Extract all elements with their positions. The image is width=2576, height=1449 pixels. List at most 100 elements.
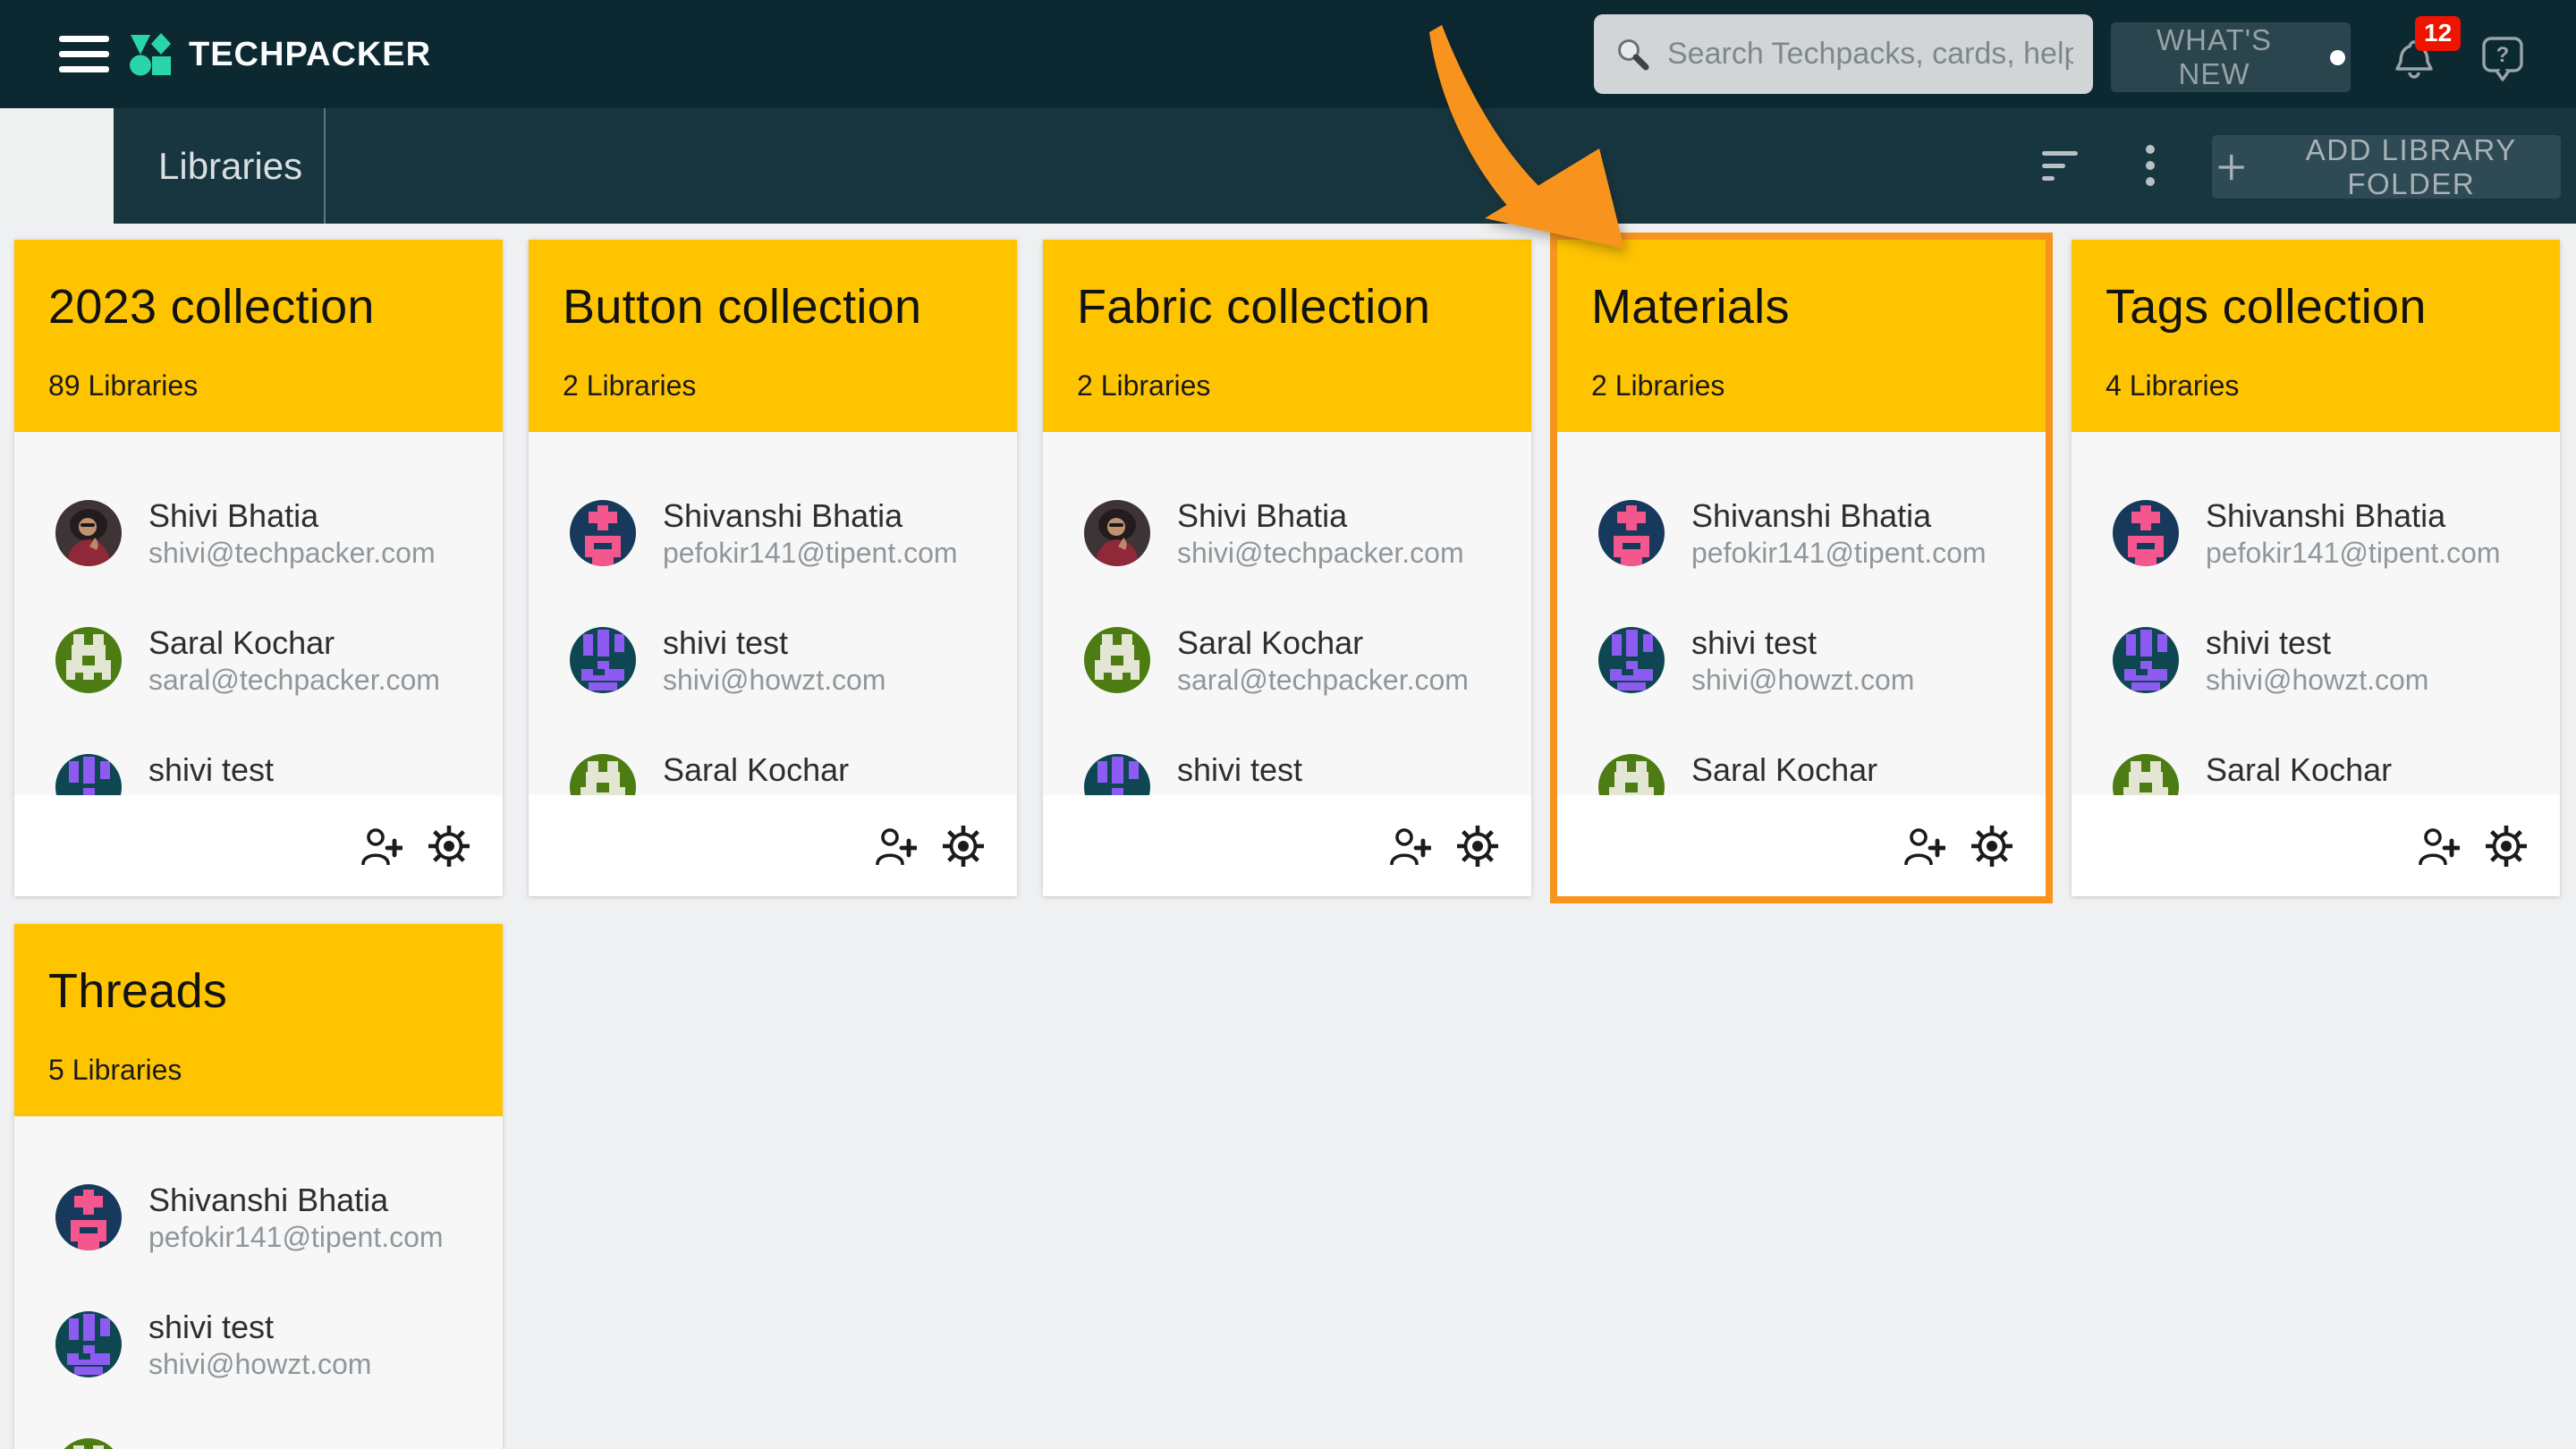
member-email: saral@techpacker.com xyxy=(148,663,440,697)
member-name: Saral Kochar xyxy=(663,750,954,790)
plus-icon xyxy=(2217,150,2246,184)
more-options-button[interactable] xyxy=(2145,144,2156,190)
add-member-button[interactable] xyxy=(2418,827,2460,865)
photo-woman-avatar-icon xyxy=(55,500,122,566)
search-input[interactable] xyxy=(1665,36,2075,72)
member-email: pefokir141@tipent.com xyxy=(148,1220,444,1254)
member-avatar xyxy=(2113,500,2179,566)
member-avatar xyxy=(55,1438,122,1449)
robot-green-avatar-icon xyxy=(55,1438,122,1449)
add-member-button[interactable] xyxy=(1389,827,1431,865)
library-folders-grid: 2023 collection89 LibrariesShivi Bhatias… xyxy=(0,224,2576,1449)
member-email: saral@techpacker.com xyxy=(1177,663,1469,697)
robot-purple-avatar-icon xyxy=(55,1311,122,1377)
member-email: pefokir141@tipent.com xyxy=(663,536,958,570)
robot-green-avatar-icon xyxy=(55,627,122,693)
member-row: shivi testshivi@howzt.com xyxy=(1557,597,2046,724)
add-member-button[interactable] xyxy=(360,827,402,865)
sort-icon xyxy=(2042,149,2081,183)
member-text: shivi testshivi@howzt.com xyxy=(148,1308,371,1381)
svg-text:?: ? xyxy=(2496,43,2510,67)
notification-badge: 12 xyxy=(2415,16,2461,51)
robot-pink-avatar-icon xyxy=(55,1184,122,1250)
card-settings-button[interactable] xyxy=(942,825,985,868)
member-avatar xyxy=(2113,627,2179,693)
member-email: shivi@techpacker.com xyxy=(1177,536,1464,570)
help-button[interactable]: ? xyxy=(2481,36,2524,82)
add-member-icon xyxy=(1903,827,1945,865)
add-member-button[interactable] xyxy=(1903,827,1945,865)
search-box[interactable] xyxy=(1594,14,2093,94)
member-name: Saral Kochar xyxy=(2206,750,2497,790)
add-member-button[interactable] xyxy=(875,827,917,865)
member-text: Shivi Bhatiashivi@techpacker.com xyxy=(148,496,436,570)
robot-green-avatar-icon xyxy=(1084,627,1150,693)
member-avatar xyxy=(1598,500,1665,566)
kebab-menu-icon xyxy=(2145,144,2156,187)
brand-logo[interactable]: TECHPACKER xyxy=(130,30,431,80)
card-library-count: 2 Libraries xyxy=(563,369,983,402)
menu-icon[interactable] xyxy=(59,36,109,72)
member-list: Shivanshi Bhatiapefokir141@tipent.com shi… xyxy=(14,1116,503,1449)
add-library-folder-button[interactable]: ADD LIBRARY FOLDER xyxy=(2212,135,2561,199)
member-avatar xyxy=(1084,500,1150,566)
member-name: shivi test xyxy=(148,750,371,790)
settings-gear-icon xyxy=(1970,825,2013,868)
card-footer xyxy=(1043,795,1531,896)
member-name: Saral Kochar xyxy=(1177,623,1469,663)
member-name: shivi test xyxy=(663,623,886,663)
member-row: Shivanshi Bhatiapefokir141@tipent.com xyxy=(1557,470,2046,597)
member-email: shivi@techpacker.com xyxy=(148,536,436,570)
card-header: Tags collection4 Libraries xyxy=(2072,240,2560,432)
member-text: Saral Kocharsaral@techpacker.com xyxy=(1177,623,1469,697)
card-header: 2023 collection89 Libraries xyxy=(14,240,503,432)
member-text: Shivanshi Bhatiapefokir141@tipent.com xyxy=(663,496,958,570)
member-row: Saral Kocharsaral@techpacker.com xyxy=(1043,597,1531,724)
card-title: Tags collection xyxy=(2106,281,2526,334)
notifications-button[interactable]: 12 xyxy=(2394,38,2435,82)
library-folder-card[interactable]: Button collection2 LibrariesShivanshi Bh… xyxy=(529,240,1017,896)
member-name: shivi test xyxy=(1691,623,1914,663)
member-avatar xyxy=(1598,627,1665,693)
member-name: Saral Kochar xyxy=(148,623,440,663)
card-settings-button[interactable] xyxy=(428,825,470,868)
settings-gear-icon xyxy=(1456,825,1499,868)
member-email: shivi@howzt.com xyxy=(1691,663,1914,697)
add-member-icon xyxy=(1389,827,1431,865)
member-name: Shivi Bhatia xyxy=(1177,496,1464,536)
card-footer xyxy=(529,795,1017,896)
robot-pink-avatar-icon xyxy=(2113,500,2179,566)
library-folder-card[interactable]: Threads5 LibrariesShivanshi Bhatiapefoki… xyxy=(14,924,503,1449)
member-row: Saral Kocharsaral@techpacker.com xyxy=(14,597,503,724)
card-header: Threads5 Libraries xyxy=(14,924,503,1116)
card-header: Materials2 Libraries xyxy=(1557,240,2046,432)
library-folder-card[interactable]: 2023 collection89 LibrariesShivi Bhatias… xyxy=(14,240,503,896)
library-folder-card[interactable]: Tags collection4 Libraries Shivanshi Bhat… xyxy=(2072,240,2560,896)
sort-button[interactable] xyxy=(2042,149,2081,186)
whats-new-button[interactable]: WHAT'S NEW xyxy=(2111,22,2351,92)
member-text: shivi testshivi@howzt.com xyxy=(663,623,886,697)
member-avatar xyxy=(55,627,122,693)
member-name: Shivanshi Bhatia xyxy=(148,1181,444,1220)
add-member-icon xyxy=(360,827,402,865)
robot-purple-avatar-icon xyxy=(570,627,636,693)
member-row: Shivi Bhatiashivi@techpacker.com xyxy=(1043,470,1531,597)
library-folder-card[interactable]: Fabric collection2 LibrariesShivi Bhatia… xyxy=(1043,240,1531,896)
member-name: Shivi Bhatia xyxy=(148,496,436,536)
member-row: shivi testshivi@howzt.com xyxy=(529,597,1017,724)
card-settings-button[interactable] xyxy=(2485,825,2528,868)
robot-pink-avatar-icon xyxy=(570,500,636,566)
card-footer xyxy=(2072,795,2560,896)
card-settings-button[interactable] xyxy=(1970,825,2013,868)
card-title: Fabric collection xyxy=(1077,281,1497,334)
tab-libraries[interactable]: Libraries xyxy=(114,108,326,224)
search-icon xyxy=(1614,35,1653,74)
member-email: pefokir141@tipent.com xyxy=(2206,536,2501,570)
member-avatar xyxy=(55,1311,122,1377)
card-title: Materials xyxy=(1591,281,2012,334)
card-settings-button[interactable] xyxy=(1456,825,1499,868)
library-folder-card[interactable]: Materials2 Libraries Shivanshi Bhatiapefo… xyxy=(1557,240,2046,896)
member-email: shivi@howzt.com xyxy=(148,1347,371,1381)
member-text: Shivanshi Bhatiapefokir141@tipent.com xyxy=(2206,496,2501,570)
member-name: Shivanshi Bhatia xyxy=(663,496,958,536)
